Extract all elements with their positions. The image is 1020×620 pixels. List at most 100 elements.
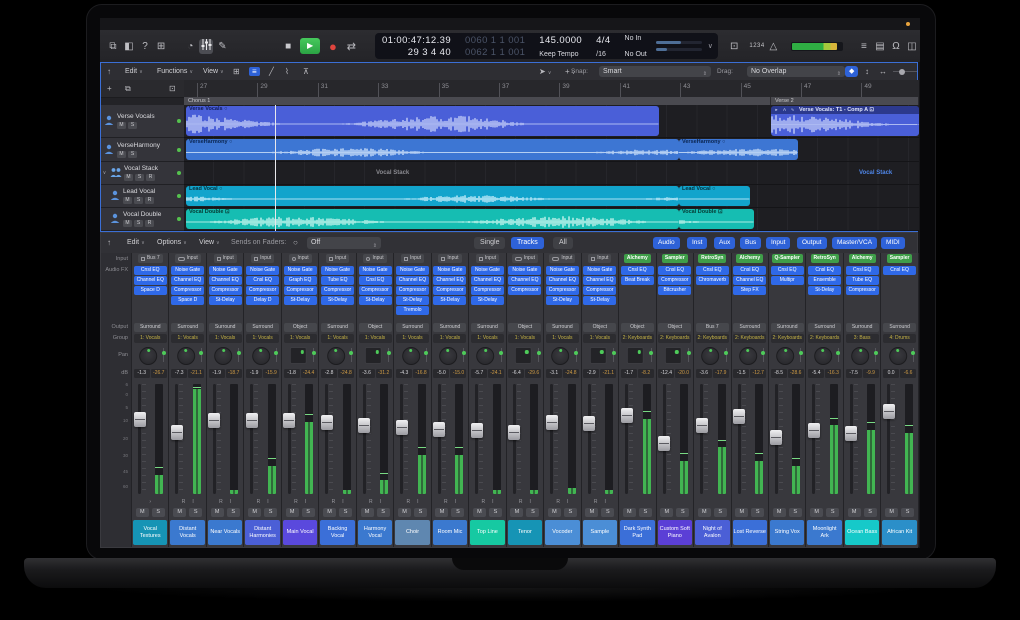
fx-slot[interactable]: Cnsl EQ xyxy=(733,266,766,275)
pan-knob[interactable] xyxy=(402,347,420,365)
fader-cap[interactable] xyxy=(658,436,670,451)
fader-track[interactable] xyxy=(250,384,253,494)
marker-chorus-1[interactable]: Chorus 1 xyxy=(184,97,771,105)
snap-dropdown[interactable]: Smart⇕ xyxy=(599,66,711,77)
record-enable-button[interactable]: R xyxy=(219,499,223,505)
pan-knob[interactable] xyxy=(552,347,570,365)
pan-knob[interactable] xyxy=(851,347,869,365)
input-monitor-button[interactable]: I xyxy=(267,499,268,505)
input-slot[interactable]: Input xyxy=(438,254,461,263)
fx-slot[interactable]: Noise Gate xyxy=(359,266,392,275)
group-slot[interactable]: 1: Vocals xyxy=(134,334,167,343)
fx-slot[interactable]: Noise Gate xyxy=(471,266,504,275)
channel-name-button[interactable]: Dark Synth Pad xyxy=(620,520,654,545)
input-slot[interactable]: Input xyxy=(251,254,274,263)
solo-button[interactable]: S xyxy=(489,508,502,517)
fx-slot[interactable]: Noise Gate xyxy=(321,266,354,275)
channel-name-button[interactable]: Night of Avalon xyxy=(695,520,729,545)
group-slot[interactable]: 1: Vocals xyxy=(546,334,579,343)
channel-name-button[interactable]: Harmony Vocal xyxy=(358,520,392,545)
fader-track[interactable] xyxy=(138,384,141,494)
tuner-icon[interactable]: ⊡ xyxy=(727,39,741,54)
spread-slider[interactable] xyxy=(238,348,239,362)
spread-slider[interactable] xyxy=(726,348,727,362)
fx-slot[interactable]: Noise Gate xyxy=(284,266,317,275)
fader-cap[interactable] xyxy=(808,423,820,438)
mute-button[interactable]: M xyxy=(473,508,486,517)
region-vocal-double[interactable]: Vocal Double ⊡ xyxy=(186,209,679,229)
solo-button[interactable]: S xyxy=(152,508,165,517)
channel-name-button[interactable]: Custom Soft Piano xyxy=(658,520,692,545)
fader-track[interactable] xyxy=(887,384,890,494)
filter-aux[interactable]: Aux xyxy=(714,237,735,249)
group-slot[interactable]: 2: Keyboards xyxy=(808,334,841,343)
take-folder-button[interactable]: ∿ xyxy=(789,107,796,113)
grid-view-icon[interactable]: ⊞ xyxy=(233,63,240,80)
pan-knob[interactable] xyxy=(439,347,457,365)
mixer-menu-view[interactable]: View∨ xyxy=(199,234,220,251)
input-monitor-button[interactable]: I xyxy=(455,499,456,505)
fx-slot[interactable]: Ensemble xyxy=(808,276,841,285)
fader-track[interactable] xyxy=(550,384,553,494)
track-record-button[interactable]: R xyxy=(145,220,154,227)
pointer-tool-menu[interactable]: ➤∨ xyxy=(539,63,551,80)
fx-slot[interactable]: St-Delay xyxy=(284,296,317,305)
duplicate-track-icon[interactable]: ⧉ xyxy=(125,80,131,97)
output-slot[interactable]: Bus 7 xyxy=(696,323,729,332)
output-slot[interactable]: Surround xyxy=(846,323,879,332)
output-slot[interactable]: Surround xyxy=(209,323,242,332)
mute-button[interactable]: M xyxy=(173,508,186,517)
spread-slider[interactable] xyxy=(651,348,652,362)
fader-track[interactable] xyxy=(325,384,328,494)
instrument-slot[interactable]: Alchemy xyxy=(736,254,763,263)
fx-slot[interactable]: St-Delay xyxy=(321,296,354,305)
mute-button[interactable]: M xyxy=(885,508,898,517)
channel-name-button[interactable]: Distant Vocals xyxy=(170,520,204,545)
channel-name-button[interactable]: Lost Reverse xyxy=(733,520,767,545)
record-enable-button[interactable]: R xyxy=(369,499,373,505)
instrument-slot[interactable]: Alchemy xyxy=(849,254,876,263)
track-record-button[interactable]: R xyxy=(146,174,155,181)
mute-button[interactable]: M xyxy=(623,508,636,517)
channel-name-button[interactable]: Near Vocals xyxy=(208,520,242,545)
fx-slot[interactable]: Noise Gate xyxy=(171,266,204,275)
menu-edit[interactable]: Edit∨ xyxy=(125,63,143,80)
fader-cap[interactable] xyxy=(546,415,558,430)
scope-tracks-button[interactable]: Tracks xyxy=(511,237,544,249)
spread-slider[interactable] xyxy=(576,348,577,362)
hierarchy-up-icon[interactable]: ↑ xyxy=(107,63,111,80)
solo-button[interactable]: S xyxy=(676,508,689,517)
record-enable-button[interactable]: R xyxy=(481,499,485,505)
lcd-display[interactable]: 01:00:47:12.39 29 3 4 40 0060 1 1 001 00… xyxy=(375,33,718,59)
input-monitor-button[interactable]: I xyxy=(530,499,531,505)
fx-slot[interactable]: Space D xyxy=(134,286,167,295)
stack-disclosure-icon[interactable]: ∨ xyxy=(101,170,108,176)
fx-slot[interactable]: Compressor xyxy=(508,286,541,295)
input-slot[interactable]: Input xyxy=(588,254,611,263)
output-slot[interactable]: Object xyxy=(508,323,541,332)
solo-button[interactable]: S xyxy=(714,508,727,517)
fader-cap[interactable] xyxy=(321,415,333,430)
fader-track[interactable] xyxy=(700,384,703,494)
solo-button[interactable]: S xyxy=(864,508,877,517)
fx-slot[interactable]: Channel EQ xyxy=(171,276,204,285)
spread-slider[interactable] xyxy=(313,348,314,362)
fx-slot[interactable]: Cnsl EQ xyxy=(621,266,654,275)
fx-slot[interactable]: Cnsl EQ xyxy=(883,266,916,275)
mute-button[interactable]: M xyxy=(398,508,411,517)
output-slot[interactable]: Object xyxy=(284,323,317,332)
bar-ruler[interactable]: 272931333537394143454749 xyxy=(184,80,919,97)
fader-cap[interactable] xyxy=(358,418,370,433)
fx-slot[interactable]: Compressor xyxy=(658,276,691,285)
pan-knob[interactable] xyxy=(214,347,232,365)
input-slot[interactable]: Input xyxy=(476,254,499,263)
fx-slot[interactable]: Compressor xyxy=(284,286,317,295)
object-pan-pad[interactable] xyxy=(665,347,682,364)
lcd-mode-chevron-icon[interactable]: ∨ xyxy=(708,42,718,50)
fader-track[interactable] xyxy=(213,384,216,494)
menu-functions[interactable]: Functions∨ xyxy=(157,63,193,80)
group-slot[interactable]: 1: Vocals xyxy=(284,334,317,343)
track-record-button[interactable]: R xyxy=(145,197,154,204)
mute-button[interactable]: M xyxy=(848,508,861,517)
instrument-slot[interactable]: Alchemy xyxy=(624,254,651,263)
